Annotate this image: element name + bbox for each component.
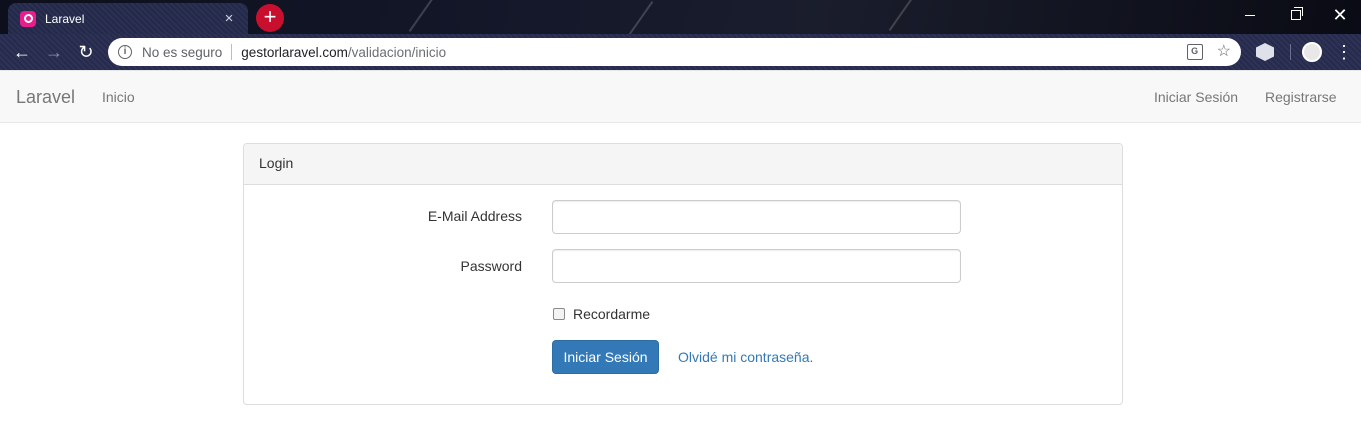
site-navbar: Laravel Inicio Iniciar Sesión Registrars…	[0, 70, 1361, 123]
nav-link-login[interactable]: Iniciar Sesión	[1154, 89, 1238, 105]
translate-icon[interactable]: G	[1186, 44, 1203, 60]
address-divider	[231, 44, 233, 60]
minimize-button[interactable]	[1229, 0, 1271, 30]
restore-button[interactable]	[1275, 0, 1317, 30]
minimize-icon	[1245, 14, 1255, 16]
menu-icon[interactable]: ⋮	[1334, 40, 1354, 64]
laravel-favicon-icon	[20, 10, 36, 27]
reload-icon[interactable]: ↻	[74, 41, 98, 65]
back-icon[interactable]: ←	[10, 41, 34, 65]
email-label: E-Mail Address	[427, 208, 522, 224]
email-field[interactable]	[552, 200, 961, 234]
star-icon[interactable]: ☆	[1217, 44, 1231, 60]
profile-icon[interactable]	[1302, 42, 1322, 62]
new-tab-button[interactable]: +	[256, 4, 284, 32]
background-streak	[628, 1, 654, 34]
tab-title: Laravel	[45, 11, 85, 26]
close-window-button[interactable]: ✕	[1319, 0, 1361, 30]
info-icon[interactable]: i	[118, 45, 132, 59]
password-field[interactable]	[552, 249, 961, 283]
url-path[interactable]: /validacion/inicio	[348, 45, 446, 60]
login-submit-button[interactable]: Iniciar Sesión	[552, 340, 659, 374]
background-streak	[888, 0, 914, 31]
panel-heading: Login	[244, 144, 1122, 185]
browser-tab[interactable]: Laravel ×	[8, 3, 248, 34]
nav-link-register[interactable]: Registrarse	[1265, 89, 1337, 105]
password-label: Password	[460, 258, 522, 274]
restore-icon	[1291, 7, 1303, 20]
browser-toolbar: ← → ↻ i No es seguro gestorlaravel.com/v…	[0, 34, 1361, 70]
extension-icon[interactable]	[1256, 43, 1274, 61]
url-host[interactable]: gestorlaravel.com	[241, 45, 348, 60]
forward-icon[interactable]: →	[42, 41, 66, 65]
remember-checkbox[interactable]	[553, 308, 565, 320]
forgot-password-link[interactable]: Olvidé mi contraseña.	[678, 349, 813, 365]
background-streak	[408, 0, 434, 32]
remember-me[interactable]: Recordarme	[553, 306, 650, 322]
nav-link-home[interactable]: Inicio	[102, 89, 135, 105]
browser-tab-strip: Laravel × + ✕	[0, 0, 1361, 34]
address-bar[interactable]: i No es seguro gestorlaravel.com/validac…	[108, 38, 1241, 66]
remember-label[interactable]: Recordarme	[573, 306, 650, 322]
tab-close-icon[interactable]: ×	[220, 10, 238, 27]
close-icon: ✕	[1332, 5, 1348, 25]
navbar-brand[interactable]: Laravel	[16, 87, 75, 108]
login-panel: Login E-Mail Address Password Recordarme…	[243, 143, 1123, 405]
security-status[interactable]: No es seguro	[142, 45, 222, 60]
toolbar-divider	[1290, 44, 1291, 60]
